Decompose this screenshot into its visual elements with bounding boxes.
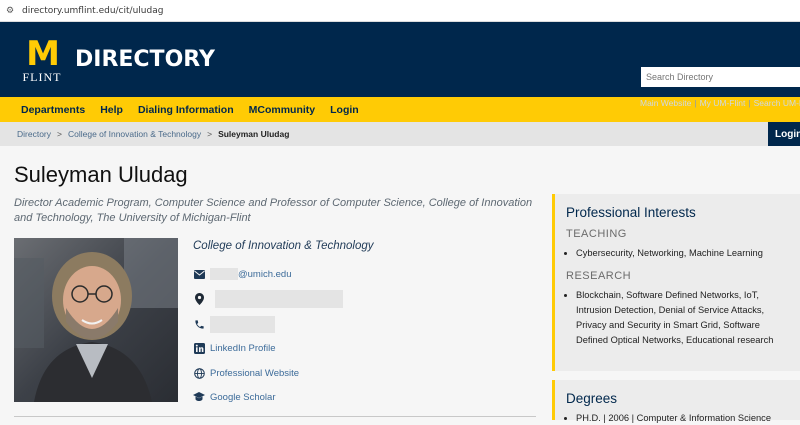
email-link[interactable]: @umich.edu [238,269,291,280]
profile-college: College of Innovation & Technology [193,240,374,252]
site-settings-icon[interactable]: ⚙ [6,6,16,16]
degrees-card: Degrees PH.D. | 2006 | Computer & Inform… [552,380,800,423]
office-redacted [215,290,343,308]
phone-redacted [210,316,275,333]
breadcrumb-directory[interactable]: Directory [17,129,51,139]
professional-website-link[interactable]: Professional Website [210,368,299,379]
professional-interests-card: Professional Interests TEACHING Cybersec… [552,194,800,371]
email-icon [193,268,205,280]
breadcrumb-separator: > [57,129,62,139]
profile-name: Suleyman Uludag [14,162,188,187]
logo-flint-text: FLINT [22,70,62,84]
website-row: Professional Website [193,367,299,379]
main-website-link[interactable]: Main Website [640,98,691,108]
nav-help[interactable]: Help [100,104,123,116]
research-list: Blockchain, Software Defined Networks, I… [576,288,790,348]
content-divider [14,416,536,417]
globe-icon [193,367,205,379]
profile-title: Director Academic Program, Computer Scie… [14,197,533,224]
link-separator: | [748,98,751,108]
location-row [193,290,343,308]
degrees-heading: Degrees [566,391,618,406]
nav-login[interactable]: Login [330,104,359,116]
breadcrumb-college[interactable]: College of Innovation & Technology [68,129,201,139]
degrees-list: PH.D. | 2006 | Computer & Information Sc… [576,411,790,425]
google-scholar-link[interactable]: Google Scholar [210,392,275,403]
degree-item: PH.D. | 2006 | Computer & Information Sc… [576,411,790,425]
profile-main: Suleyman Uludag Director Academic Progra… [0,146,800,423]
research-label: RESEARCH [566,270,632,282]
breadcrumb-current: Suleyman Uludag [218,129,290,139]
my-um-flint-link[interactable]: My UM-Flint [700,98,746,108]
profile-photo [14,238,178,402]
linkedin-profile-link[interactable]: LinkedIn Profile [210,343,275,354]
login-button[interactable]: Login [768,122,800,146]
phone-icon [193,319,205,331]
breadcrumb-separator: > [207,129,213,139]
teaching-list: Cybersecurity, Networking, Machine Learn… [576,246,790,261]
search-input[interactable] [641,67,800,87]
graduation-cap-icon [193,391,205,403]
breadcrumb: Directory > College of Innovation & Tech… [0,122,800,146]
interests-heading: Professional Interests [566,205,696,220]
site-title[interactable]: DIRECTORY [75,47,215,72]
nav-dialing-information[interactable]: Dialing Information [138,104,234,116]
logo-block-m: M [26,34,60,74]
linkedin-icon [193,342,205,354]
site-header: M FLINT DIRECTORY Main Website|My UM-Fli… [0,22,800,108]
header-links: Main Website|My UM-Flint|Search UM-Flint [640,98,800,108]
email-row: @umich.edu [193,268,291,280]
scholar-row: Google Scholar [193,391,275,403]
research-item: Blockchain, Software Defined Networks, I… [576,288,790,348]
portrait-image [14,238,178,402]
location-pin-icon [193,293,205,305]
browser-url-bar[interactable]: ⚙ directory.umflint.edu/cit/uludag [0,0,800,22]
nav-mcommunity[interactable]: MCommunity [249,104,316,116]
teaching-label: TEACHING [566,228,627,240]
um-flint-logo[interactable]: M FLINT [22,34,62,85]
url-text: directory.umflint.edu/cit/uludag [22,5,164,16]
teaching-item: Cybersecurity, Networking, Machine Learn… [576,246,790,261]
phone-row [193,316,275,333]
linkedin-row: LinkedIn Profile [193,342,275,354]
email-redacted [210,268,238,280]
link-separator: | [694,98,697,108]
search-um-flint-link[interactable]: Search UM-Flint [754,98,800,108]
nav-departments[interactable]: Departments [21,104,85,116]
